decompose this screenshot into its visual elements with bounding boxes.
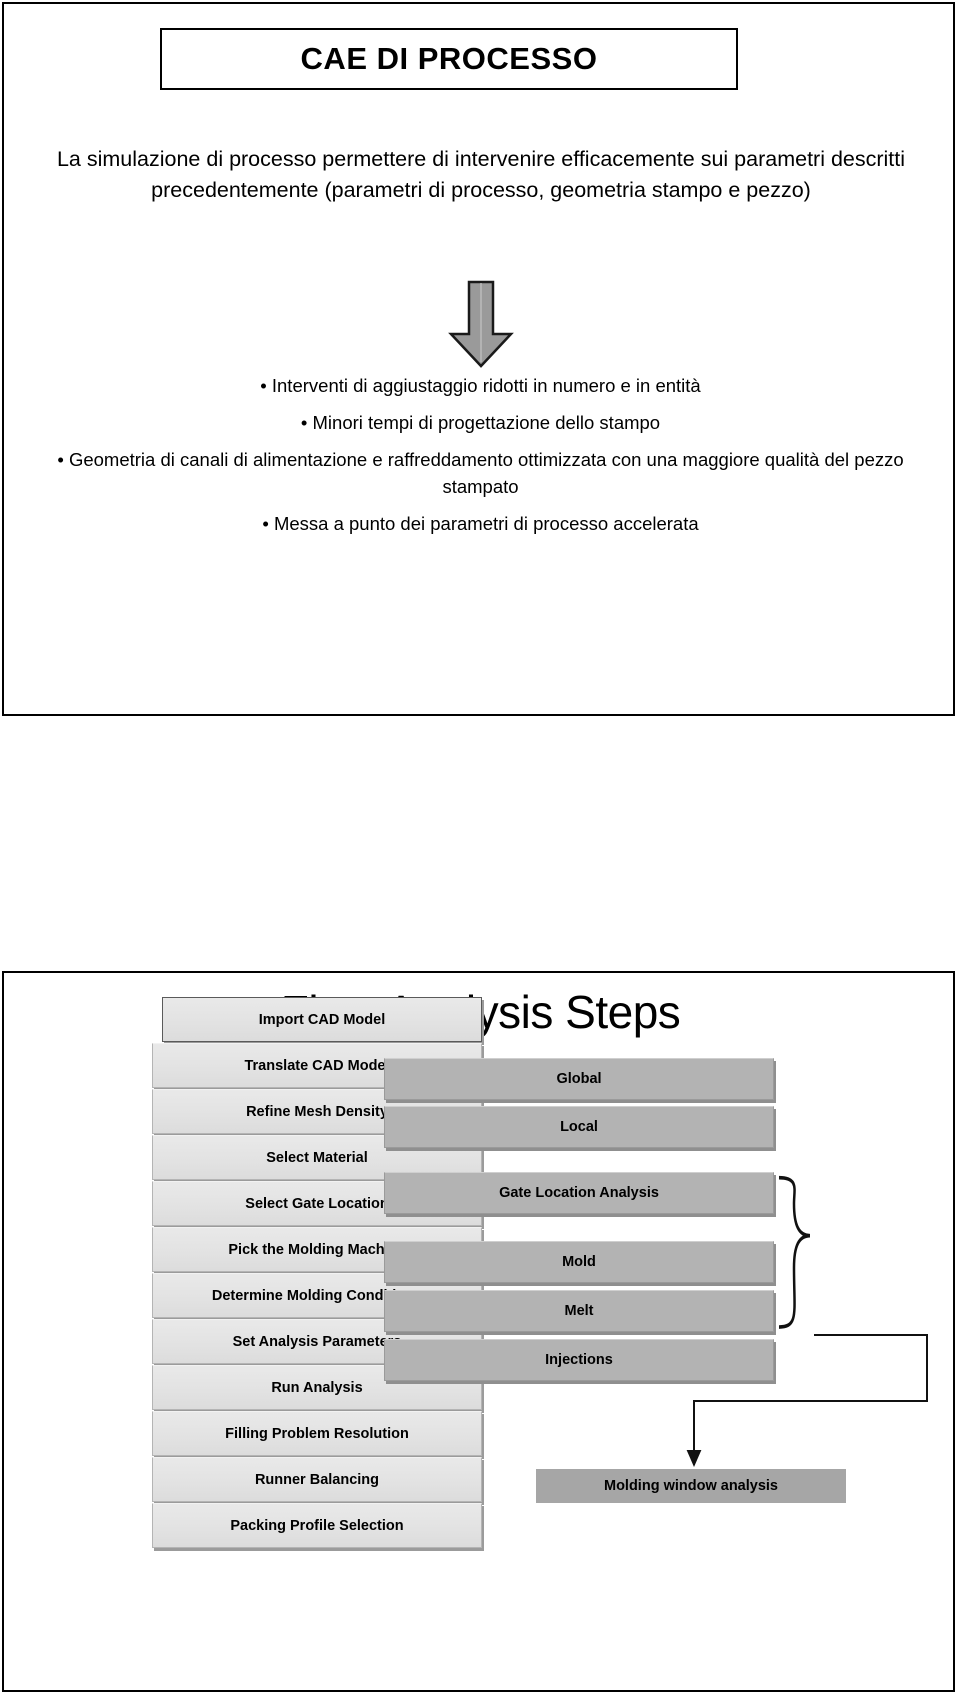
- flow-step-label: Mold: [562, 1254, 596, 1270]
- flow-step-label: Injections: [545, 1352, 613, 1368]
- list-item: • Minori tempi di progettazione dello st…: [300, 412, 661, 433]
- slide1-title-box: CAE DI PROCESSO: [160, 28, 738, 90]
- flow-side-step-melt[interactable]: Melt: [384, 1290, 774, 1332]
- flow-result-molding-window-analysis[interactable]: Molding window analysis: [536, 1469, 846, 1503]
- down-arrow-icon: [447, 280, 514, 368]
- flow-step-label: Select Gate Location: [245, 1195, 389, 1212]
- flow-side-step-gate-location-analysis[interactable]: Gate Location Analysis: [384, 1172, 774, 1214]
- slide1-title-text: CAE DI PROCESSO: [300, 41, 598, 76]
- flow-step-label: Packing Profile Selection: [230, 1517, 404, 1534]
- flow-step-filling-problem-resolution[interactable]: Filling Problem Resolution: [152, 1411, 482, 1456]
- list-item: • Messa a punto dei parametri di process…: [262, 513, 699, 534]
- flow-step-label: Gate Location Analysis: [499, 1185, 659, 1201]
- flow-step-label: Run Analysis: [271, 1379, 363, 1396]
- flow-side-step-global[interactable]: Global: [384, 1058, 774, 1100]
- flow-step-label: Global: [556, 1071, 602, 1087]
- slide1-bullet-list: • Interventi di aggiustaggio ridotti in …: [34, 372, 927, 547]
- flow-step-label: Melt: [564, 1303, 594, 1319]
- flow-step-label: Translate CAD Model: [244, 1057, 390, 1074]
- flow-step-label: Set Analysis Parameters: [232, 1333, 402, 1350]
- slide-flow-analysis-steps: Flow Analysis Steps: [2, 971, 955, 1692]
- slide-cae-di-processo: CAE DI PROCESSO La simulazione di proces…: [2, 2, 955, 716]
- flow-side-step-injections[interactable]: Injections: [384, 1339, 774, 1381]
- down-arrow-container: [4, 276, 953, 372]
- flow-side-step-local[interactable]: Local: [384, 1106, 774, 1148]
- flow-step-runner-balancing[interactable]: Runner Balancing: [152, 1457, 482, 1502]
- flow-step-label: Pick the Molding Machine: [228, 1241, 406, 1258]
- flow-step-import-cad-model[interactable]: Import CAD Model: [162, 997, 482, 1042]
- flow-step-packing-profile-selection[interactable]: Packing Profile Selection: [152, 1503, 482, 1548]
- slide1-intro-paragraph: La simulazione di processo permettere di…: [56, 147, 906, 202]
- flow-step-label: Select Material: [266, 1149, 368, 1166]
- list-item: • Geometria di canali di alimentazione e…: [57, 449, 904, 497]
- flow-step-label: Local: [560, 1119, 598, 1135]
- list-item: • Interventi di aggiustaggio ridotti in …: [260, 375, 701, 396]
- flow-side-step-mold[interactable]: Mold: [384, 1241, 774, 1283]
- flow-step-label: Filling Problem Resolution: [225, 1425, 409, 1442]
- flow-step-label: Import CAD Model: [258, 1011, 386, 1028]
- flow-step-label: Refine Mesh Density: [246, 1103, 388, 1120]
- flow-step-label: Runner Balancing: [254, 1471, 380, 1488]
- flow-step-label: Molding window analysis: [603, 1478, 778, 1494]
